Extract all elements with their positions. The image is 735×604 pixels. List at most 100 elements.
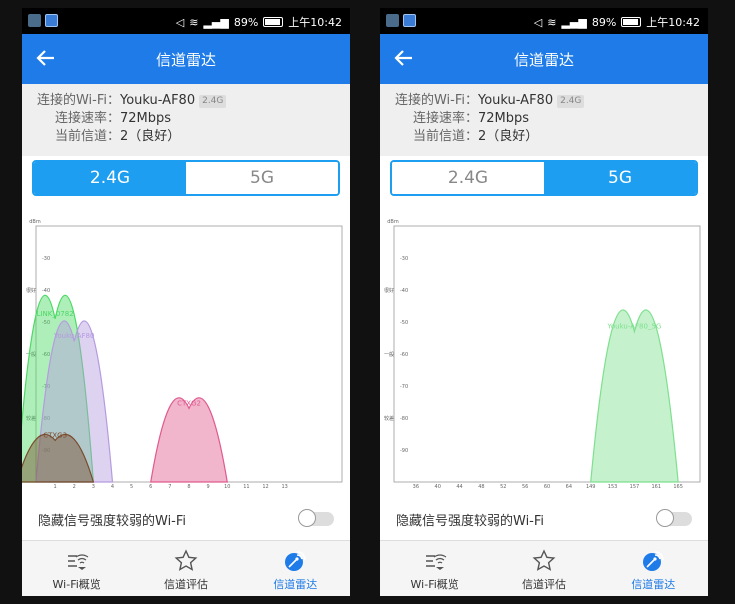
x-tick-label: 13 [281, 484, 287, 488]
app-bar: 信道雷达 [22, 34, 350, 84]
nav-label: 信道雷达 [273, 578, 318, 591]
y-tick-label: -40 [400, 288, 408, 294]
x-tick-label: 5 [130, 484, 133, 488]
x-tick-label: 48 [478, 484, 484, 488]
hide-weak-row: 隐藏信号强度较弱的Wi-Fi [380, 502, 708, 536]
series-label: CTXG2 [177, 399, 201, 407]
series-label: LINK_0782 [37, 310, 74, 318]
channel-label: 当前信道： [54, 129, 120, 144]
hide-weak-toggle[interactable] [656, 509, 692, 527]
x-tick-label: 7 [168, 484, 171, 488]
tab-2g[interactable]: 2.4G [392, 162, 544, 194]
nav-wifi-overview[interactable]: Wi-Fi概览 [22, 541, 131, 596]
y-axis-unit: dBm [387, 219, 399, 225]
tab-2g[interactable]: 2.4G [34, 162, 186, 194]
channel-row: 当前信道：2（良好） [22, 128, 180, 146]
nav-label: Wi-Fi概览 [52, 578, 101, 591]
nav-label: Wi-Fi概览 [410, 578, 459, 591]
series-label: CTXG3 [43, 431, 67, 439]
x-tick-label: 165 [673, 484, 683, 488]
nav-channel-rating[interactable]: 信道评估 [131, 541, 240, 596]
hide-weak-label: 隐藏信号强度较弱的Wi-Fi [38, 514, 187, 529]
speed-value: 72Mbps [478, 111, 530, 126]
x-tick-label: 9 [207, 484, 210, 488]
clock: 上午10:42 [646, 16, 700, 29]
wifi-label: 连接的Wi-Fi： [394, 93, 478, 108]
x-tick-label: 6 [149, 484, 152, 488]
mute-icon: ◁ [533, 15, 543, 29]
gallery-icon [403, 14, 416, 27]
series-label: Youku-AF80_5G [607, 323, 662, 331]
battery-percent: 89% [591, 15, 617, 29]
speed-label: 连接速率： [54, 111, 120, 126]
wifi-value: Youku-AF80 [120, 93, 196, 108]
clock: 上午10:42 [288, 16, 342, 29]
speed-label: 连接速率： [412, 111, 478, 126]
speed-row: 连接速率：72Mbps [22, 110, 171, 128]
toggle-knob [656, 509, 674, 527]
y-tick-label: -80 [400, 416, 408, 422]
y-tick-label: -90 [400, 448, 408, 454]
y-quality-label: 很好 [26, 287, 36, 294]
battery-icon [263, 17, 284, 27]
status-bar: ◁ ≋ ▂▄▆ 89% 上午10:42 [380, 8, 708, 34]
y-quality-label: 一般 [384, 351, 394, 358]
notification-icon [28, 14, 41, 27]
channel-row: 当前信道：2（良好） [380, 128, 538, 146]
status-bar: ◁ ≋ ▂▄▆ 89% 上午10:42 [22, 8, 350, 34]
x-tick-label: 3 [92, 484, 95, 488]
x-tick-label: 40 [435, 484, 441, 488]
x-tick-label: 161 [652, 484, 662, 488]
page-title: 信道雷达 [513, 51, 574, 69]
wifi-overview-icon [425, 554, 446, 570]
wifi-signal-icon: ≋ [189, 15, 199, 29]
x-tick-label: 56 [522, 484, 528, 488]
nav-channel-rating[interactable]: 信道评估 [489, 541, 598, 596]
x-tick-label: 11 [243, 484, 249, 488]
tab-5g[interactable]: 5G [544, 162, 696, 194]
connection-info: 连接的Wi-Fi：Youku-AF80 2.4G 连接速率：72Mbps 当前信道… [22, 84, 350, 156]
nav-wifi-overview[interactable]: Wi-Fi概览 [380, 541, 489, 596]
y-tick-label: -30 [42, 256, 50, 262]
cell-signal-icon: ▂▄▆ [561, 15, 587, 29]
speed-value: 72Mbps [120, 111, 172, 126]
battery-icon [621, 17, 642, 27]
x-tick-label: 1 [54, 484, 57, 488]
nav-channel-radar[interactable]: 信道雷达 [599, 541, 708, 596]
band-badge: 2.4G [557, 95, 585, 108]
band-selector: 2.4G 5G [32, 160, 340, 196]
x-tick-label: 10 [224, 484, 230, 488]
wifi-label: 连接的Wi-Fi： [36, 93, 120, 108]
wifi-name-row: 连接的Wi-Fi：Youku-AF80 2.4G [22, 92, 227, 110]
x-tick-label: 44 [456, 484, 462, 488]
wifi-signal-icon: ≋ [547, 15, 557, 29]
bottom-nav: Wi-Fi概览 信道评估 信道雷达 [22, 540, 350, 596]
toggle-knob [298, 509, 316, 527]
x-tick-label: 60 [544, 484, 550, 488]
radar-icon [285, 551, 307, 571]
y-tick-label: -70 [400, 384, 408, 390]
x-tick-label: 2 [73, 484, 76, 488]
tab-5g[interactable]: 5G [186, 162, 338, 194]
nav-channel-radar[interactable]: 信道雷达 [241, 541, 350, 596]
star-icon [532, 549, 556, 571]
app-bar: 信道雷达 [380, 34, 708, 84]
band-selector: 2.4G 5G [390, 160, 698, 196]
radar-icon [643, 551, 665, 571]
series-label: Youku-AF80 [53, 332, 94, 340]
page-title: 信道雷达 [155, 51, 216, 69]
phone-screen-5g: ◁ ≋ ▂▄▆ 89% 上午10:42 信道雷达 连接的Wi-Fi： Youku-… [380, 8, 708, 596]
x-tick-label: 12 [262, 484, 268, 488]
nav-label: 信道雷达 [631, 578, 676, 591]
mute-icon: ◁ [175, 15, 185, 29]
hide-weak-toggle[interactable] [298, 509, 334, 527]
nav-label: 信道评估 [521, 578, 566, 591]
channel-value: 2（良好） [120, 129, 181, 144]
battery-percent: 89% [233, 15, 259, 29]
y-quality-label: 很好 [384, 287, 394, 294]
gallery-icon [45, 14, 58, 27]
y-tick-label: -50 [400, 320, 408, 326]
channel-label: 当前信道： [412, 129, 478, 144]
hide-weak-row: 隐藏信号强度较弱的Wi-Fi [22, 502, 350, 536]
nav-label: 信道评估 [163, 578, 208, 591]
